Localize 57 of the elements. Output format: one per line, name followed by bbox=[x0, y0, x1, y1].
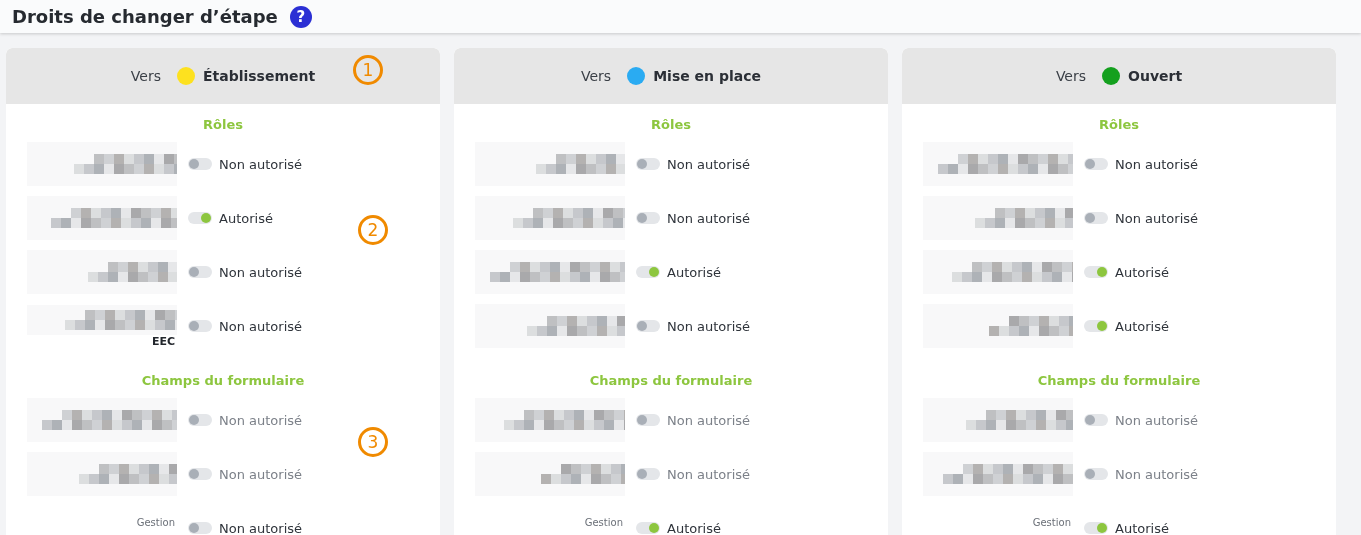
permission-status: Non autorisé bbox=[219, 156, 303, 172]
toggle-switch[interactable] bbox=[636, 158, 660, 170]
permission-status: Autorisé bbox=[667, 520, 721, 535]
toggle-switch[interactable] bbox=[1084, 212, 1108, 224]
permission-status: Non autorisé bbox=[1115, 412, 1199, 428]
toggle-switch[interactable] bbox=[188, 266, 212, 278]
row-label: Gestion bbox=[136, 516, 175, 528]
toggle-switch[interactable] bbox=[636, 212, 660, 224]
section-title: Champs du formulaire bbox=[140, 372, 306, 390]
row-label: Gestion bbox=[584, 516, 623, 528]
stage-name: Mise en place bbox=[653, 68, 761, 84]
section-title: Rôles bbox=[202, 116, 244, 134]
row-label: EEC bbox=[151, 334, 175, 348]
toggle-switch[interactable] bbox=[1084, 158, 1108, 170]
permission-status: Autorisé bbox=[667, 264, 721, 280]
section-title: Champs du formulaire bbox=[1036, 372, 1202, 390]
permission-status: Non autorisé bbox=[1115, 210, 1199, 226]
toggle-switch[interactable] bbox=[636, 522, 660, 534]
section-title: Rôles bbox=[1098, 116, 1140, 134]
section-title: Rôles bbox=[650, 116, 692, 134]
toggle-switch[interactable] bbox=[1084, 522, 1108, 534]
help-icon[interactable]: ? bbox=[289, 5, 312, 28]
permission-status: Non autorisé bbox=[219, 520, 303, 535]
annotation-marker: 1 bbox=[353, 55, 383, 85]
section-title: Champs du formulaire bbox=[588, 372, 754, 390]
permission-status: Autorisé bbox=[1115, 318, 1169, 334]
annotation-marker: 3 bbox=[358, 427, 388, 457]
toggle-switch[interactable] bbox=[188, 158, 212, 170]
toggle-switch[interactable] bbox=[188, 212, 212, 224]
stage-name: Ouvert bbox=[1128, 68, 1183, 84]
toggle-switch[interactable] bbox=[636, 266, 660, 278]
annotation-marker: 2 bbox=[358, 215, 388, 245]
permission-status: Non autorisé bbox=[219, 264, 303, 280]
permission-status: Non autorisé bbox=[219, 412, 303, 428]
permission-status: Non autorisé bbox=[1115, 156, 1199, 172]
page-title: Droits de changer d’étape bbox=[12, 6, 278, 27]
permission-status: Non autorisé bbox=[667, 210, 751, 226]
toggle-switch[interactable] bbox=[1084, 266, 1108, 278]
toggle-switch[interactable] bbox=[188, 320, 212, 332]
vers-label: Vers bbox=[581, 68, 612, 84]
permission-status: Autorisé bbox=[1115, 264, 1169, 280]
permission-status: Non autorisé bbox=[667, 156, 751, 172]
row-label: Gestion bbox=[1032, 516, 1071, 528]
toggle-switch[interactable] bbox=[1084, 320, 1108, 332]
permission-status: Non autorisé bbox=[667, 466, 751, 482]
permission-status: Non autorisé bbox=[667, 412, 751, 428]
toggle-switch[interactable] bbox=[636, 320, 660, 332]
permission-status: Non autorisé bbox=[667, 318, 751, 334]
vers-label: Vers bbox=[130, 68, 161, 84]
permission-status: Non autorisé bbox=[219, 466, 303, 482]
permission-status: Non autorisé bbox=[1115, 466, 1199, 482]
permission-status: Autorisé bbox=[219, 210, 273, 226]
stage-name: Établissement bbox=[202, 68, 316, 84]
permission-status: Non autorisé bbox=[219, 318, 303, 334]
toggle-switch[interactable] bbox=[188, 522, 212, 534]
vers-label: Vers bbox=[1055, 68, 1087, 84]
permission-status: Autorisé bbox=[1115, 520, 1169, 535]
